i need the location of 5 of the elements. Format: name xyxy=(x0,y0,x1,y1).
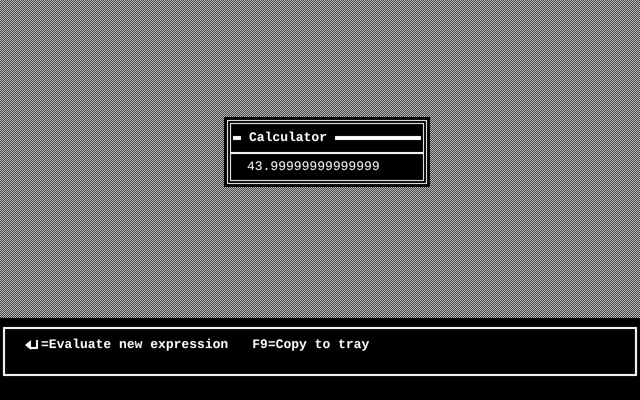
key-hint: F9=Copy to tray xyxy=(252,336,370,354)
enter-key-icon xyxy=(25,338,41,351)
dialog-title: Calculator xyxy=(248,129,328,148)
result-value: 43.99999999999999 xyxy=(247,158,380,176)
key-hint: =Evaluate new expression xyxy=(41,336,228,354)
